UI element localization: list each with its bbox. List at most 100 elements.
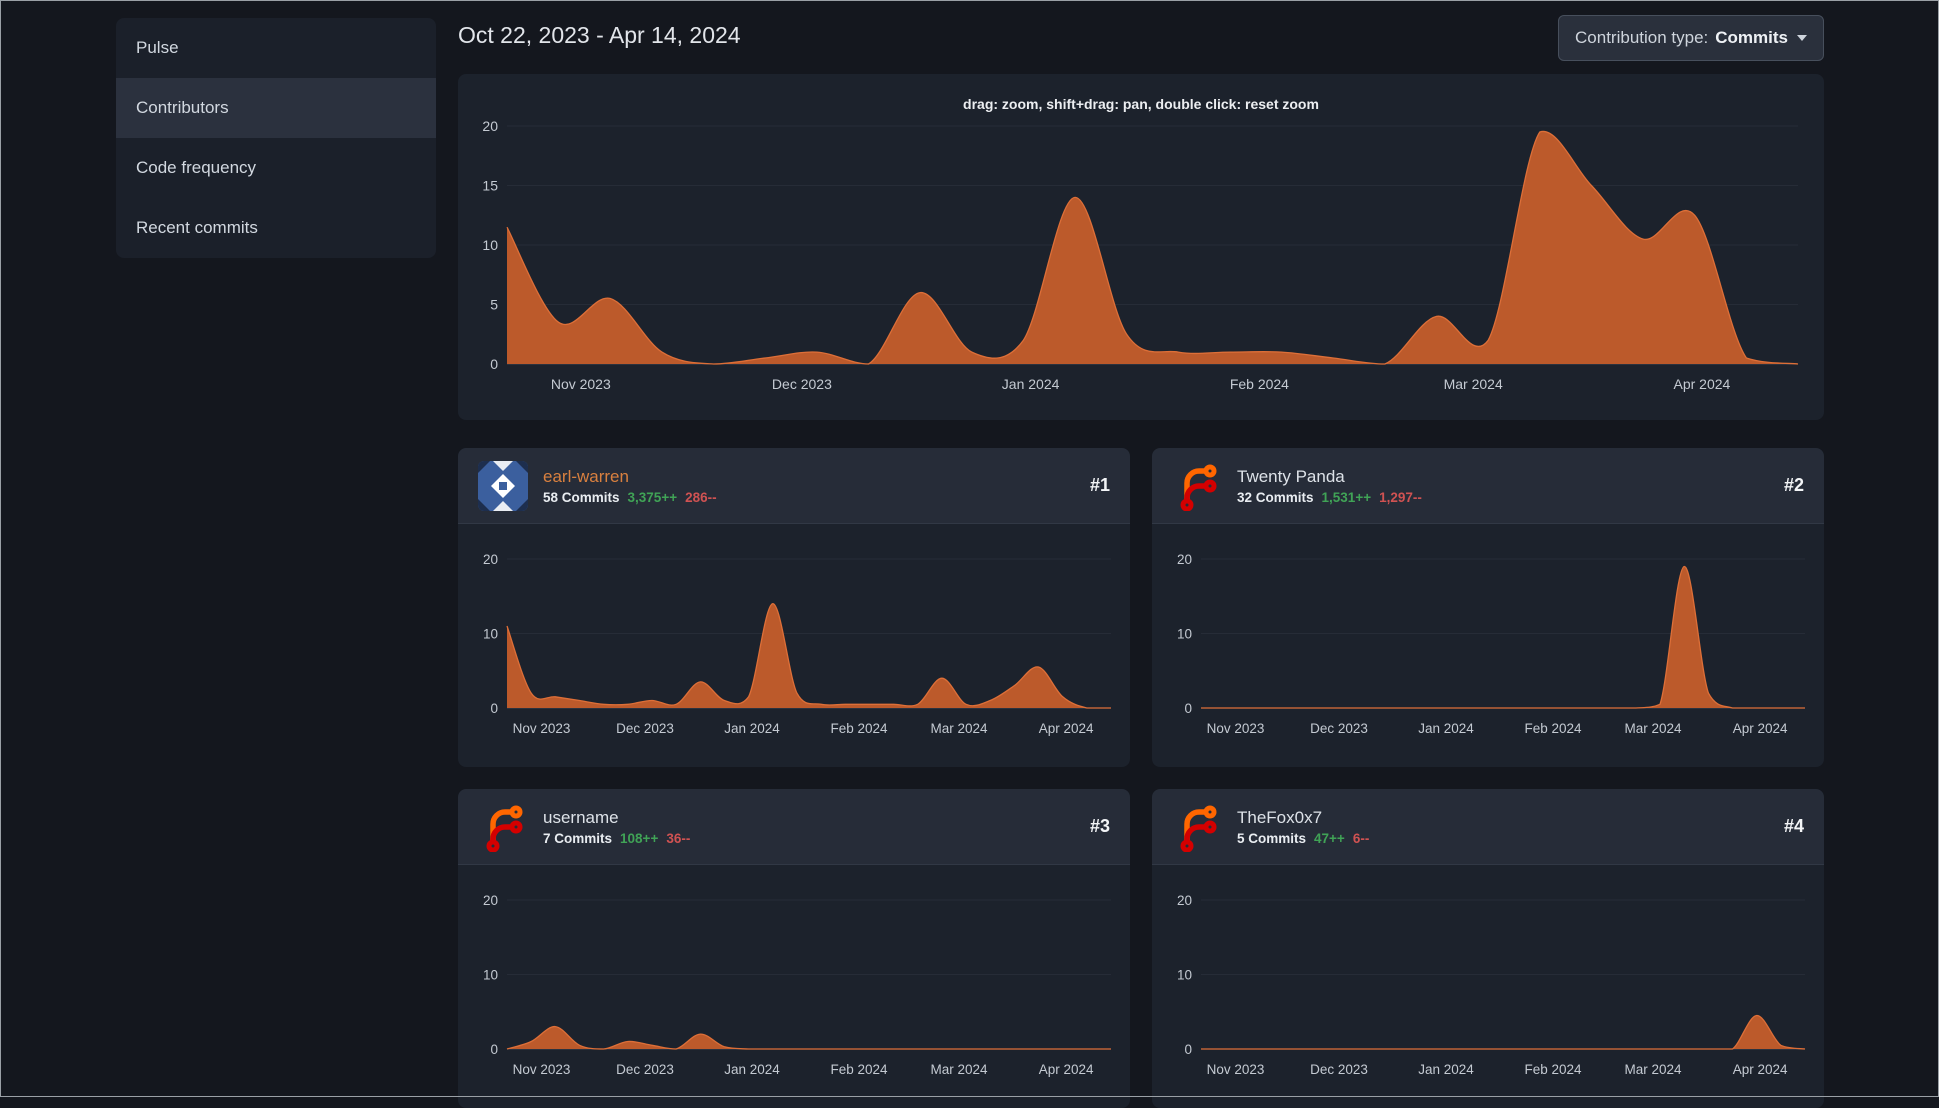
sidebar-item-recent-commits[interactable]: Recent commits bbox=[116, 198, 436, 258]
contributor-card: earl-warren 58 Commits 3,375++ 286-- #1 … bbox=[458, 448, 1130, 767]
contributor-activity-chart[interactable]: 0 10 20 Nov 2023 Dec 2023 Jan 2024 Feb 2024 Mar… bbox=[458, 524, 1130, 767]
contribution-type-dropdown[interactable]: Contribution type: Commits bbox=[1558, 15, 1824, 61]
contributor-activity-chart[interactable]: 0 10 20 Nov 2023 Dec 2023 Jan 2024 Feb 2024 Mar… bbox=[1152, 865, 1824, 1108]
deletions-count: 6-- bbox=[1352, 830, 1370, 846]
svg-text:Jan 2024: Jan 2024 bbox=[724, 1062, 780, 1077]
contributor-stats: 58 Commits 3,375++ 286-- bbox=[543, 490, 717, 505]
svg-text:20: 20 bbox=[1177, 552, 1192, 567]
svg-text:Dec 2023: Dec 2023 bbox=[1310, 721, 1368, 736]
contribution-type-label: Contribution type: bbox=[1575, 28, 1709, 47]
deletions-count: 286-- bbox=[685, 489, 717, 505]
svg-text:Feb 2024: Feb 2024 bbox=[830, 1062, 888, 1077]
svg-text:Dec 2023: Dec 2023 bbox=[616, 721, 674, 736]
forgejo-logo-icon bbox=[1180, 805, 1217, 852]
contributor-identity: TheFox0x7 5 Commits 47++ 6-- bbox=[1237, 808, 1369, 846]
svg-text:Feb 2024: Feb 2024 bbox=[1230, 376, 1289, 392]
avatar[interactable] bbox=[478, 460, 528, 511]
svg-text:Mar 2024: Mar 2024 bbox=[930, 721, 988, 736]
commit-count: 32 Commits bbox=[1237, 489, 1314, 505]
svg-text:0: 0 bbox=[490, 1042, 498, 1057]
contributor-identity: earl-warren 58 Commits 3,375++ 286-- bbox=[543, 467, 717, 505]
svg-text:Apr 2024: Apr 2024 bbox=[1733, 721, 1788, 736]
svg-text:20: 20 bbox=[483, 552, 498, 567]
rank-badge: #4 bbox=[1783, 816, 1804, 836]
svg-text:Nov 2023: Nov 2023 bbox=[1207, 721, 1265, 736]
svg-text:10: 10 bbox=[483, 968, 498, 983]
contributor-card: Twenty Panda 32 Commits 1,531++ 1,297-- … bbox=[1152, 448, 1824, 767]
contributor-activity-chart[interactable]: 0 10 20 Nov 2023 Dec 2023 Jan 2024 Feb 2024 Mar… bbox=[458, 865, 1130, 1108]
svg-text:10: 10 bbox=[1177, 627, 1192, 642]
deletions-count: 36-- bbox=[666, 830, 691, 846]
svg-text:15: 15 bbox=[482, 178, 498, 194]
contributor-stats: 7 Commits 108++ 36-- bbox=[543, 831, 690, 846]
deletions-count: 1,297-- bbox=[1379, 489, 1422, 505]
rank-badge: #3 bbox=[1089, 816, 1110, 836]
contribution-type-value: Commits bbox=[1715, 28, 1788, 47]
svg-text:Apr 2024: Apr 2024 bbox=[1039, 721, 1094, 736]
rank-badge: #2 bbox=[1783, 475, 1804, 495]
svg-text:Nov 2023: Nov 2023 bbox=[513, 1062, 571, 1077]
svg-text:0: 0 bbox=[490, 701, 498, 716]
contributor-identity: username 7 Commits 108++ 36-- bbox=[543, 808, 690, 846]
svg-text:Jan 2024: Jan 2024 bbox=[1002, 376, 1060, 392]
overall-contributions-chart-card: drag: zoom, shift+drag: pan, double clic… bbox=[458, 74, 1824, 420]
contributor-name-link[interactable]: TheFox0x7 bbox=[1237, 808, 1369, 828]
contributor-card-header: earl-warren 58 Commits 3,375++ 286-- #1 bbox=[458, 448, 1130, 524]
svg-text:Feb 2024: Feb 2024 bbox=[830, 721, 888, 736]
svg-text:20: 20 bbox=[1177, 893, 1192, 908]
contributor-card: username 7 Commits 108++ 36-- #3 0 10 20 No… bbox=[458, 789, 1130, 1108]
additions-count: 47++ bbox=[1314, 830, 1345, 846]
avatar[interactable] bbox=[1172, 461, 1222, 511]
commit-count: 58 Commits bbox=[543, 489, 620, 505]
svg-text:Mar 2024: Mar 2024 bbox=[1624, 721, 1682, 736]
svg-text:Mar 2024: Mar 2024 bbox=[930, 1062, 988, 1077]
svg-text:Jan 2024: Jan 2024 bbox=[724, 721, 780, 736]
contributor-stats: 5 Commits 47++ 6-- bbox=[1237, 831, 1369, 846]
commit-count: 5 Commits bbox=[1237, 830, 1307, 846]
chevron-down-icon bbox=[1797, 35, 1807, 41]
contributor-activity-chart[interactable]: 0 10 20 Nov 2023 Dec 2023 Jan 2024 Feb 2024 Mar… bbox=[1152, 524, 1824, 767]
activity-sidebar: Pulse Contributors Code frequency Recent… bbox=[116, 18, 436, 258]
avatar[interactable] bbox=[1172, 802, 1222, 852]
svg-text:Mar 2024: Mar 2024 bbox=[1444, 376, 1503, 392]
contributor-name-link[interactable]: earl-warren bbox=[543, 467, 717, 487]
contributor-card-header: TheFox0x7 5 Commits 47++ 6-- #4 bbox=[1152, 789, 1824, 865]
sidebar-item-contributors[interactable]: Contributors bbox=[116, 78, 436, 138]
contributor-cards-grid: earl-warren 58 Commits 3,375++ 286-- #1 … bbox=[458, 448, 1824, 1108]
rank-badge: #1 bbox=[1089, 475, 1110, 495]
sidebar-item-code-frequency[interactable]: Code frequency bbox=[116, 138, 436, 198]
svg-text:20: 20 bbox=[482, 118, 498, 134]
svg-text:Dec 2023: Dec 2023 bbox=[772, 376, 832, 392]
svg-text:Jan 2024: Jan 2024 bbox=[1418, 1062, 1474, 1077]
avatar[interactable] bbox=[478, 802, 528, 852]
contributors-page: Oct 22, 2023 - Apr 14, 2024 Contribution… bbox=[458, 0, 1824, 1108]
svg-text:Feb 2024: Feb 2024 bbox=[1524, 721, 1582, 736]
contributor-card: TheFox0x7 5 Commits 47++ 6-- #4 0 10 20 Nov… bbox=[1152, 789, 1824, 1108]
svg-text:5: 5 bbox=[490, 297, 498, 313]
svg-text:10: 10 bbox=[1177, 968, 1192, 983]
additions-count: 3,375++ bbox=[627, 489, 678, 505]
sidebar-item-pulse[interactable]: Pulse bbox=[116, 18, 436, 78]
date-range-title: Oct 22, 2023 - Apr 14, 2024 bbox=[458, 22, 741, 48]
svg-text:Apr 2024: Apr 2024 bbox=[1733, 1062, 1788, 1077]
svg-text:0: 0 bbox=[1184, 1042, 1192, 1057]
svg-text:Nov 2023: Nov 2023 bbox=[513, 721, 571, 736]
overall-contributions-chart[interactable]: 0 5 10 15 20 Nov 2023 Dec 2023 Jan 2024 Feb 2024… bbox=[458, 74, 1824, 420]
svg-text:Jan 2024: Jan 2024 bbox=[1418, 721, 1474, 736]
contributor-stats: 32 Commits 1,531++ 1,297-- bbox=[1237, 490, 1422, 505]
svg-text:10: 10 bbox=[483, 627, 498, 642]
additions-count: 108++ bbox=[620, 830, 659, 846]
svg-text:Nov 2023: Nov 2023 bbox=[551, 376, 611, 392]
svg-text:0: 0 bbox=[490, 356, 498, 372]
contributor-card-header: username 7 Commits 108++ 36-- #3 bbox=[458, 789, 1130, 865]
additions-count: 1,531++ bbox=[1321, 489, 1372, 505]
svg-text:Nov 2023: Nov 2023 bbox=[1207, 1062, 1265, 1077]
contributor-name-link[interactable]: username bbox=[543, 808, 690, 828]
svg-text:Feb 2024: Feb 2024 bbox=[1524, 1062, 1582, 1077]
contributor-name-link[interactable]: Twenty Panda bbox=[1237, 467, 1422, 487]
forgejo-logo-icon bbox=[1180, 464, 1217, 511]
contributor-identity: Twenty Panda 32 Commits 1,531++ 1,297-- bbox=[1237, 467, 1422, 505]
commit-count: 7 Commits bbox=[543, 830, 613, 846]
identicon-avatar-image bbox=[478, 460, 528, 511]
svg-text:20: 20 bbox=[483, 893, 498, 908]
